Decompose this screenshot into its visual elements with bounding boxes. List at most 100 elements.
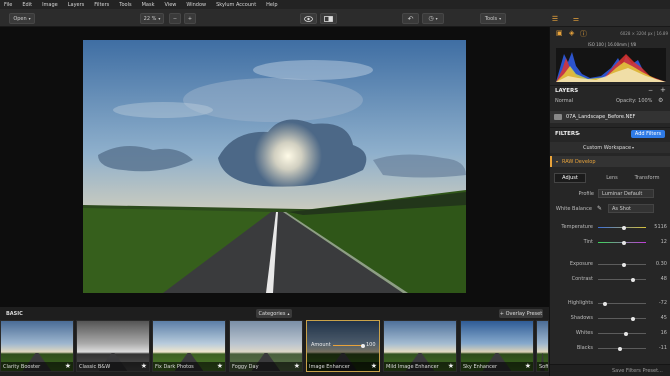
tools-button[interactable]: Tools ▾ <box>480 13 506 24</box>
favorite-star-icon[interactable]: ★ <box>65 363 71 370</box>
zoom-level: 22 % <box>143 15 157 22</box>
profile-select[interactable]: Luminar Default <box>598 189 654 198</box>
white-balance-value: As Shot <box>612 206 631 212</box>
blend-mode-select[interactable]: Normal <box>555 98 573 104</box>
compare-button[interactable] <box>320 13 337 24</box>
zoom-select[interactable]: 22 % ▾ <box>140 13 164 24</box>
slider-value: 16 <box>660 330 667 336</box>
menu-item-window[interactable]: Window <box>186 2 206 8</box>
slider-row-shadows: Shadows 45 <box>550 314 670 323</box>
categories-button[interactable]: Categories ▴ <box>256 309 292 318</box>
menu-item-layers[interactable]: Layers <box>68 2 85 8</box>
preset-thumb-clarity-booster[interactable]: Clarity Booster ★ <box>0 320 74 372</box>
menu-item-view[interactable]: View <box>165 2 177 8</box>
preset-thumb-label: Image Enhancer <box>307 362 379 371</box>
panel-footer: Save Filters Preset... <box>550 364 670 376</box>
preset-thumb-label: Foggy Day <box>230 362 302 371</box>
add-filters-button[interactable]: Add Filters <box>631 130 665 138</box>
chevron-down-icon: ▾ <box>435 16 438 21</box>
slider-track[interactable] <box>598 262 646 267</box>
favorite-star-icon[interactable]: ★ <box>141 363 147 370</box>
history-button[interactable]: ◷ ▾ <box>422 13 444 24</box>
menu-item-skylum-account[interactable]: Skylum Account <box>216 2 256 8</box>
filters-panel-toggle[interactable]: ⚌ <box>566 13 586 24</box>
slider-knob[interactable] <box>623 331 628 336</box>
favorite-star-icon[interactable]: ★ <box>448 363 454 370</box>
favorite-star-icon[interactable]: ★ <box>371 363 377 370</box>
slider-knob[interactable] <box>622 225 627 230</box>
eyedropper-icon[interactable]: ✎ <box>597 205 602 212</box>
slider-track[interactable] <box>598 301 646 306</box>
workspace-select[interactable]: Custom Workspace ▾ <box>550 142 670 153</box>
slider-value: -72 <box>658 300 667 306</box>
slider-row-highlights: Highlights -72 <box>550 299 670 308</box>
slider-label: Shadows <box>570 315 593 321</box>
preset-thumb-foggy-day[interactable]: Foggy Day ★ <box>229 320 303 372</box>
preset-thumb-image-enhancer[interactable]: Amount 100 Image Enhancer ★ <box>306 320 380 372</box>
tab-adjust[interactable]: Adjust <box>554 173 586 183</box>
slider-track[interactable] <box>598 346 646 351</box>
preset-thumb-mild-image-enhancer[interactable]: Mild Image Enhancer ★ <box>383 320 457 372</box>
slider-track[interactable] <box>598 240 646 245</box>
slider-value: 5116 <box>654 224 667 230</box>
photo-preview[interactable] <box>83 40 466 293</box>
chevron-down-icon: ▾ <box>578 131 581 136</box>
slider-track[interactable] <box>598 277 646 282</box>
tab-lens[interactable]: Lens <box>598 173 626 183</box>
menu-item-image[interactable]: Image <box>42 2 58 8</box>
preview-eye-button[interactable] <box>300 13 317 24</box>
slider-knob[interactable] <box>630 277 635 282</box>
preset-thumb-soft[interactable]: Soft <box>536 320 549 372</box>
slider-label: Exposure <box>569 261 593 267</box>
slider-knob[interactable] <box>622 262 627 267</box>
gear-icon[interactable]: ⚙ <box>658 97 663 104</box>
add-layer-icon[interactable]: + <box>660 86 666 94</box>
zoom-out-button[interactable]: − <box>169 13 181 24</box>
tab-transform[interactable]: Transform <box>630 173 664 183</box>
layers-panel-toggle[interactable]: ☰ <box>545 13 565 24</box>
layers-title: LAYERS <box>555 88 579 94</box>
menu-item-filters[interactable]: Filters <box>94 2 109 8</box>
layer-item[interactable]: 07A_Landscape_Before.NEF <box>550 111 670 123</box>
preset-thumb-classic-b-w[interactable]: Classic B&W ★ <box>76 320 150 372</box>
preset-thumb-label: Soft <box>537 362 548 371</box>
favorite-star-icon[interactable]: ★ <box>525 363 531 370</box>
raw-develop-header[interactable]: ▾ RAW Develop <box>550 156 670 167</box>
zoom-in-button[interactable]: + <box>184 13 196 24</box>
menu-item-mask[interactable]: Mask <box>142 2 155 8</box>
menu-item-file[interactable]: File <box>4 2 12 8</box>
opacity-control[interactable]: Opacity: 100% <box>616 98 652 104</box>
slider-knob[interactable] <box>617 346 622 351</box>
preset-thumb-label: Mild Image Enhancer <box>384 362 456 371</box>
layer-thumbnail <box>554 114 562 120</box>
menu-item-help[interactable]: Help <box>266 2 277 8</box>
undo-button[interactable]: ↶ <box>402 13 419 24</box>
preset-thumb-fix-dark-photos[interactable]: Fix Dark Photos ★ <box>152 320 226 372</box>
favorite-star-icon[interactable]: ★ <box>294 363 300 370</box>
slider-knob[interactable] <box>622 240 627 245</box>
amount-slider[interactable] <box>333 343 365 348</box>
slider-knob[interactable] <box>602 301 607 306</box>
slider-knob[interactable] <box>630 316 635 321</box>
workspace-label: Custom Workspace <box>583 145 632 151</box>
white-balance-label: White Balance <box>555 206 592 212</box>
raw-develop-title: RAW Develop <box>562 159 596 165</box>
amount-slider-knob[interactable] <box>361 343 365 348</box>
preset-thumb-sky-enhancer[interactable]: Sky Enhancer ★ <box>460 320 534 372</box>
white-balance-row: White Balance ✎ As Shot <box>550 204 670 214</box>
overlay-preset-button[interactable]: + Overlay Preset <box>499 309 543 318</box>
save-preset-button[interactable]: Save Filters Preset... <box>612 368 663 374</box>
open-button[interactable]: Open ▾ <box>9 13 35 24</box>
slider-track[interactable] <box>598 316 646 321</box>
preset-thumb-label: Classic B&W <box>77 362 149 371</box>
histogram-header: ▣ ◈ ⓘ 6028 × 3204 px | 16.89 <box>550 29 670 39</box>
layer-options: Normal Opacity: 100% ⚙ <box>550 97 670 106</box>
menu-item-tools[interactable]: Tools <box>119 2 131 8</box>
slider-track[interactable] <box>598 331 646 336</box>
favorite-star-icon[interactable]: ★ <box>217 363 223 370</box>
slider-track[interactable] <box>598 225 646 230</box>
white-balance-select[interactable]: As Shot <box>608 204 654 213</box>
menu-item-edit[interactable]: Edit <box>22 2 32 8</box>
remove-layer-icon[interactable]: − <box>648 87 653 94</box>
exif-info: ISO 100 | 16.00mm | f/8 <box>588 42 637 47</box>
